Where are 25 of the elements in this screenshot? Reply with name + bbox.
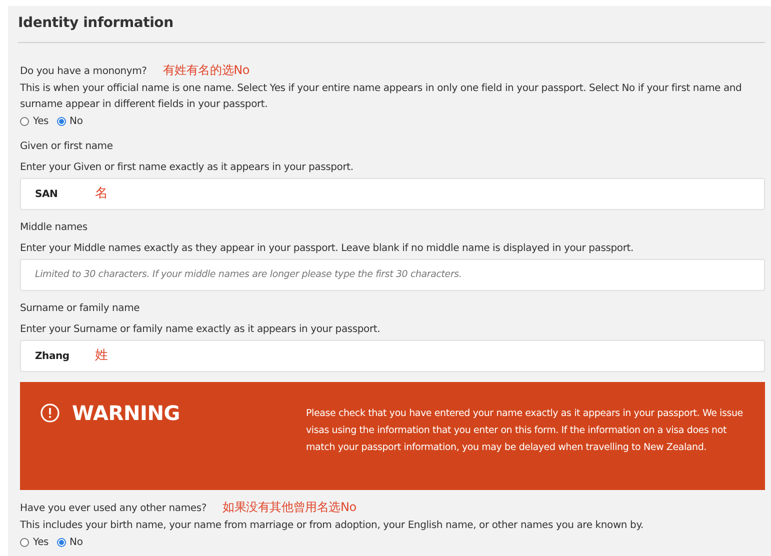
field-label: Have you ever used any other names? — [20, 502, 206, 516]
help-text: Enter your Surname or family name exactly as it appears in your passport. — [20, 323, 382, 337]
field-label: Surname or family name — [20, 302, 141, 316]
warning-text: Please check that you have entered your name exactly as it appears in your passport. We issue visas using the information that you enter on this form. If the information on a visa does not match your passport information, you may be delayed when travelling to New Zealand. — [306, 407, 744, 455]
annotation: 有姓有名的选No — [162, 62, 250, 79]
text-field[interactable]: Zhang 姓 — [20, 340, 765, 372]
section-title: Identity information — [18, 15, 174, 31]
radio-option[interactable]: No — [56, 114, 83, 129]
annotation: 名 — [95, 185, 108, 204]
annotation: 姓 — [95, 347, 108, 366]
field-label: Middle names — [20, 221, 88, 235]
text-field[interactable]: Limited to 30 characters. If your middle names are longer please type the first 30 characters. — [20, 259, 765, 291]
help-text: This includes your birth name, your name from marriage or from adoption, your English name, or other names you are known by. — [20, 519, 644, 533]
radio-option[interactable]: No — [56, 535, 83, 550]
help-text: Enter your Middle names exactly as they appear in your passport. Leave blank if no middle name is displayed in your passport. — [20, 242, 634, 256]
help-text: This is when your official name is one name. Select Yes if your entire name appears in only one field in your passport. Select No if your first name and surname appear in different fields in your passport. — [20, 82, 743, 112]
text-field[interactable]: SAN 名 — [20, 178, 765, 210]
field-label: Do you have a mononym? — [20, 65, 147, 79]
warning-title: WARNING — [72, 402, 180, 424]
annotation: 如果没有其他曾用名选No — [222, 499, 356, 516]
field-label: Given or first name — [20, 140, 114, 154]
radio-option[interactable]: Yes — [20, 535, 49, 550]
radio-option[interactable]: Yes — [20, 114, 49, 129]
exclamation-icon — [40, 403, 60, 423]
help-text: Enter your Given or first name exactly as it appears in your passport. — [20, 161, 354, 175]
